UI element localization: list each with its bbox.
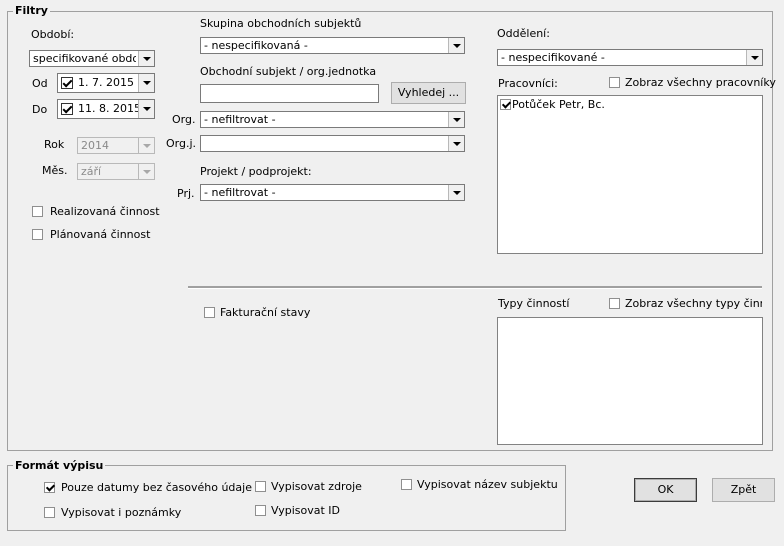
chevron-down-icon[interactable] [448,38,464,53]
realized-activity-label[interactable]: Realizovaná činnost [50,205,160,219]
chevron-down-icon[interactable] [448,112,464,127]
department-label: Oddělení: [497,27,550,40]
period-select-value: specifikované období [33,52,136,65]
worker-item-label[interactable]: Potůček Petr, Bc. [512,98,605,112]
show-all-activity-types-checkbox[interactable] [609,298,620,309]
chevron-down-icon[interactable] [138,51,154,66]
calendar-dropdown-icon[interactable] [138,100,154,118]
format-group [7,465,566,531]
planned-activity-checkbox[interactable] [32,229,43,240]
activity-types-list[interactable] [497,317,763,445]
dates-only-checkbox[interactable] [44,482,55,493]
filters-group-title: Filtry [13,4,50,17]
date-to-enabled-checkbox[interactable] [61,103,73,115]
period-select[interactable]: specifikované období [29,50,155,67]
id-checkbox[interactable] [255,505,266,516]
id-label[interactable]: Vypisovat ID [271,504,340,518]
department-select-value: - nespecifikované - [501,51,605,64]
project-select-value: - nefiltrovat - [204,186,276,199]
workers-label: Pracovníci: [498,77,558,90]
show-all-activity-types-label[interactable]: Zobraz všechny typy činnost [625,297,762,311]
org-select-value: - nefiltrovat - [204,113,276,126]
orgj-label: Org.j. [166,137,197,150]
realized-activity-checkbox[interactable] [32,206,43,217]
filters-separator [188,286,762,289]
billing-states-label[interactable]: Fakturační stavy [220,306,310,320]
show-all-workers-label[interactable]: Zobraz všechny pracovníky [625,76,776,90]
month-select-value: září [81,165,102,178]
year-select-value: 2014 [81,139,109,152]
dates-only-label[interactable]: Pouze datumy bez časového údaje [61,481,252,495]
chevron-down-icon[interactable] [448,136,464,151]
subject-group-value: - nespecifikovaná - [204,39,308,52]
worker-item-checkbox[interactable] [500,99,511,110]
department-select[interactable]: - nespecifikované - [497,49,763,66]
project-label: Projekt / podprojekt: [200,165,312,178]
chevron-down-icon[interactable] [448,185,464,200]
orgj-select[interactable] [200,135,465,152]
notes-label[interactable]: Vypisovat i poznámky [61,506,181,520]
chevron-down-icon [138,164,154,179]
business-subject-input[interactable] [200,84,379,103]
date-from-label: Od [32,77,48,90]
billing-states-checkbox[interactable] [204,307,215,318]
subject-group-select[interactable]: - nespecifikovaná - [200,37,465,54]
month-label: Měs. [42,164,68,177]
org-select[interactable]: - nefiltrovat - [200,111,465,128]
calendar-dropdown-icon[interactable] [138,74,154,92]
chevron-down-icon[interactable] [746,50,762,65]
org-label: Org. [172,113,196,126]
date-from-picker[interactable]: 1. 7. 2015 [57,73,155,93]
activity-types-label: Typy činností [498,297,570,310]
project-prj-label: Prj. [177,187,195,200]
format-group-title: Formát výpisu [13,459,106,472]
workers-list[interactable]: Potůček Petr, Bc. [497,95,763,254]
planned-activity-label[interactable]: Plánovaná činnost [50,228,150,242]
search-subject-button[interactable]: Vyhledej ... [391,82,466,104]
sources-checkbox[interactable] [255,481,266,492]
chevron-down-icon [138,138,154,153]
date-from-enabled-checkbox[interactable] [61,77,73,89]
date-to-value[interactable]: 11. 8. 2015 [78,102,141,116]
year-label: Rok [44,138,65,151]
date-from-value[interactable]: 1. 7. 2015 [78,76,134,90]
back-button[interactable]: Zpět [712,478,775,502]
show-all-workers-checkbox[interactable] [609,77,620,88]
sources-label[interactable]: Vypisovat zdroje [271,480,362,494]
project-select[interactable]: - nefiltrovat - [200,184,465,201]
subject-group-label: Skupina obchodních subjektů [200,17,362,30]
subject-name-label[interactable]: Vypisovat název subjektu [417,478,558,492]
period-label: Období: [31,28,75,41]
ok-button[interactable]: OK [634,478,697,502]
month-select: září [77,163,155,180]
date-to-label: Do [32,103,48,116]
subject-name-checkbox[interactable] [401,479,412,490]
business-subject-label: Obchodní subjekt / org.jednotka [200,65,377,78]
year-select: 2014 [77,137,155,154]
notes-checkbox[interactable] [44,507,55,518]
date-to-picker[interactable]: 11. 8. 2015 [57,99,155,119]
